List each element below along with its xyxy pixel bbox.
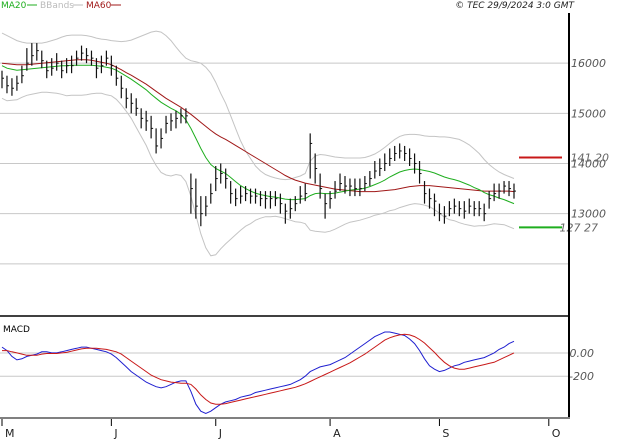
x-tick-label: A bbox=[333, 427, 341, 440]
ma60-line bbox=[1, 59, 515, 193]
x-axis: MJJASO bbox=[1, 419, 561, 440]
level-label: 141 20 bbox=[571, 151, 610, 164]
x-tick-label: J bbox=[218, 427, 222, 440]
macd-line bbox=[1, 331, 515, 415]
chart-root: MA20 BBands MA60 © TEC 29/9/2024 3:0 GMT… bbox=[0, 0, 627, 440]
macd-signal-line bbox=[2, 333, 515, 405]
macd-y-tick-label: -200 bbox=[569, 370, 594, 383]
copyright-text: © TEC 29/9/2024 3:0 GMT bbox=[455, 1, 575, 11]
macd-panel: MACD 0.00 -200 bbox=[0, 325, 594, 415]
legend-ma60-label: MA60 bbox=[86, 1, 112, 11]
macd-y-axis: 0.00 -200 bbox=[569, 347, 594, 383]
x-tick-label: O bbox=[552, 427, 561, 440]
price-y-tick-label: 15000 bbox=[571, 107, 606, 120]
x-tick-label: M bbox=[5, 427, 15, 440]
price-bars bbox=[1, 43, 516, 227]
price-y-tick-label: 16000 bbox=[571, 57, 606, 70]
x-tick-label: J bbox=[113, 427, 117, 440]
stock-chart: MA20 BBands MA60 © TEC 29/9/2024 3:0 GMT… bbox=[0, 1, 610, 440]
price-y-tick-label: 13000 bbox=[571, 208, 606, 221]
legend-bbands-label: BBands bbox=[40, 1, 74, 11]
macd-panel-title: MACD bbox=[3, 325, 30, 335]
legend: MA20 BBands MA60 bbox=[1, 1, 121, 11]
x-tick-label: S bbox=[442, 427, 449, 440]
price-y-axis: 13000140001500016000 bbox=[571, 57, 606, 221]
price-gridlines bbox=[0, 62, 569, 265]
level-label: 127 27 bbox=[560, 221, 599, 234]
price-panel: 13000140001500016000 141 20127 27 bbox=[0, 30, 610, 265]
legend-ma20-label: MA20 bbox=[1, 1, 27, 11]
macd-y-tick-label: 0.00 bbox=[570, 347, 595, 360]
ma20-line bbox=[1, 64, 515, 205]
bbands-upper-line bbox=[1, 30, 515, 181]
